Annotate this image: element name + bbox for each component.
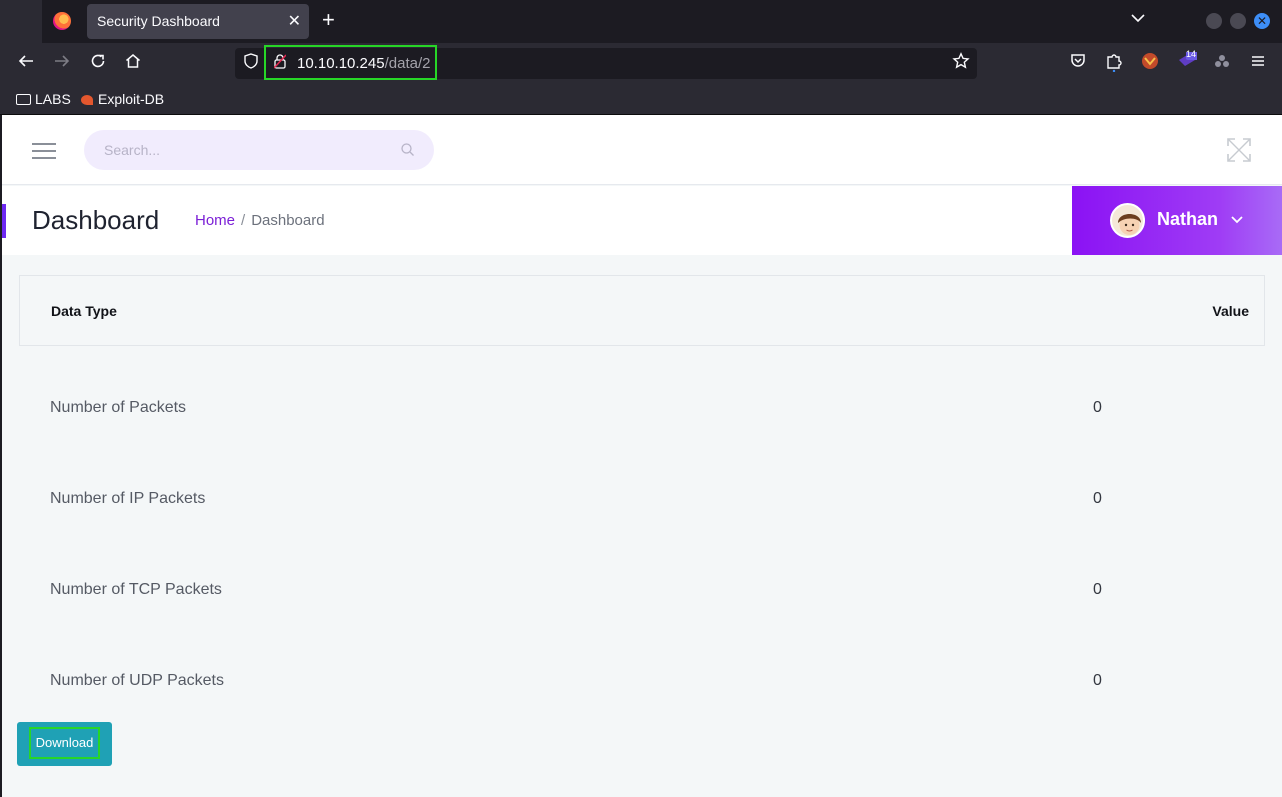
fullscreen-icon[interactable] bbox=[1226, 137, 1252, 163]
row-value: 0 bbox=[1093, 490, 1102, 507]
search-input[interactable]: Search... bbox=[84, 130, 434, 170]
breadcrumb-home-link[interactable]: Home bbox=[195, 212, 235, 229]
new-tab-icon[interactable]: + bbox=[322, 9, 335, 31]
column-header-value: Value bbox=[1212, 303, 1249, 319]
breadcrumb-current: Dashboard bbox=[251, 212, 325, 229]
tab-title: Security Dashboard bbox=[97, 13, 220, 29]
row-label: Number of UDP Packets bbox=[50, 672, 224, 689]
bookmark-label: Exploit-DB bbox=[98, 91, 165, 107]
tracking-protection-shield-icon[interactable] bbox=[244, 53, 258, 73]
bookmark-exploit-db[interactable]: Exploit-DB bbox=[81, 91, 164, 107]
tab-close-icon[interactable]: ✕ bbox=[288, 11, 301, 31]
table-header-row: Data Type Value bbox=[19, 275, 1265, 346]
download-button[interactable]: Download bbox=[17, 722, 112, 766]
row-value: 0 bbox=[1093, 672, 1102, 689]
browser-tab-active[interactable]: Security Dashboard ✕ bbox=[87, 4, 309, 39]
browser-tab-bar: Security Dashboard ✕ + ✕ bbox=[0, 0, 1282, 43]
insecure-lock-icon[interactable] bbox=[274, 54, 286, 69]
back-arrow-icon[interactable] bbox=[17, 52, 35, 75]
breadcrumb-separator: / bbox=[241, 212, 246, 229]
maximize-window-icon[interactable] bbox=[1230, 13, 1246, 29]
bookmark-label: LABS bbox=[35, 91, 71, 107]
chevron-down-icon[interactable] bbox=[1231, 213, 1243, 225]
title-accent-bar bbox=[2, 204, 6, 238]
page-header: Dashboard Home / Dashboard Nathan bbox=[2, 186, 1282, 255]
avatar[interactable] bbox=[1110, 203, 1145, 238]
url-text[interactable]: 10.10.10.245/data/2 bbox=[297, 55, 430, 72]
row-label: Number of TCP Packets bbox=[50, 581, 222, 598]
reload-icon[interactable] bbox=[89, 52, 107, 75]
row-label: Number of IP Packets bbox=[50, 490, 206, 507]
close-window-icon[interactable]: ✕ bbox=[1254, 13, 1270, 29]
search-icon[interactable] bbox=[401, 143, 414, 156]
user-name: Nathan bbox=[1157, 209, 1219, 229]
search-placeholder: Search... bbox=[104, 142, 161, 158]
url-path: /data/2 bbox=[384, 55, 431, 72]
list-tabs-chevron-icon[interactable] bbox=[1131, 10, 1145, 26]
browser-nav-bar: 10.10.10.245/data/2 14 bbox=[0, 43, 1282, 84]
tab-bar-left-strip bbox=[0, 0, 42, 43]
extension-generic-icon[interactable] bbox=[1213, 52, 1231, 75]
sidebar-toggle-icon[interactable] bbox=[32, 143, 56, 159]
forward-arrow-icon[interactable] bbox=[53, 52, 71, 75]
row-value: 0 bbox=[1093, 399, 1102, 416]
row-label: Number of Packets bbox=[50, 399, 187, 416]
app-topbar: Search... bbox=[2, 115, 1282, 185]
pocket-icon[interactable] bbox=[1069, 52, 1087, 75]
app-menu-icon[interactable] bbox=[1249, 52, 1267, 75]
firefox-icon[interactable] bbox=[53, 12, 71, 30]
bookmarks-toolbar: LABS Exploit-DB bbox=[0, 84, 1282, 115]
breadcrumb: Home / Dashboard bbox=[195, 212, 325, 229]
extensions-badge: 14 bbox=[1186, 49, 1197, 59]
foxyproxy-icon[interactable] bbox=[1141, 52, 1159, 75]
page-content: Search... Dashboard Home / Dashboard Nat… bbox=[0, 115, 1282, 797]
bookmark-labs[interactable]: LABS bbox=[16, 91, 71, 107]
folder-icon bbox=[16, 94, 31, 105]
download-button-label: Download bbox=[29, 727, 100, 759]
home-icon[interactable] bbox=[124, 52, 142, 75]
extensions-puzzle-icon[interactable] bbox=[1105, 52, 1123, 77]
url-bar[interactable]: 10.10.10.245/data/2 bbox=[235, 45, 977, 80]
minimize-window-icon[interactable] bbox=[1206, 13, 1222, 29]
page-title: Dashboard bbox=[32, 205, 160, 235]
bookmark-star-icon[interactable] bbox=[952, 52, 970, 75]
row-value: 0 bbox=[1093, 581, 1102, 598]
url-host: 10.10.10.245 bbox=[297, 55, 385, 72]
exploit-db-icon bbox=[81, 95, 93, 105]
user-menu[interactable]: Nathan bbox=[1072, 186, 1282, 255]
column-header-data-type: Data Type bbox=[51, 303, 117, 319]
